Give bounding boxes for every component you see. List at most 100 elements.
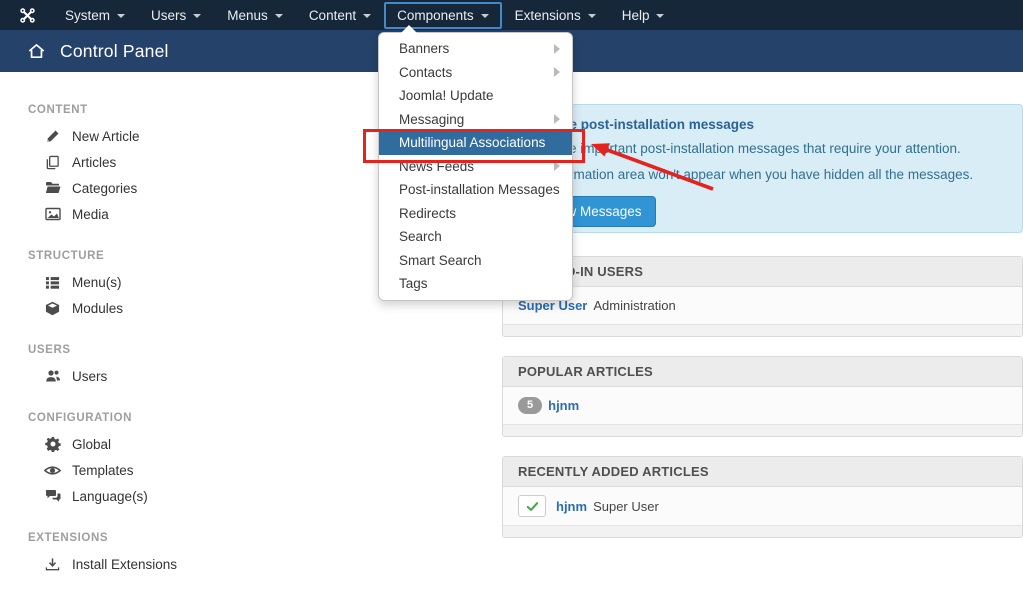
post-installation-info-box: You have post-installation messages Ther… [502,104,1023,233]
sidebar-item-menus[interactable]: Menu(s) [0,269,250,295]
popular-article-row: 5 hjnm [503,387,1022,424]
caret-down-icon [588,14,596,18]
panel-footer [503,424,1022,436]
menu-extensions[interactable]: Extensions [502,2,609,29]
sidebar-item-modules[interactable]: Modules [0,295,250,321]
menu-item-label: Multilingual Associations [399,135,562,150]
page-title: Control Panel [60,41,169,62]
sidebar-section-extensions: EXTENSIONS Install Extensions [0,532,250,577]
pencil-icon [44,129,61,144]
menu-item-banners[interactable]: Banners [379,37,572,61]
image-icon [44,206,61,222]
sidebar-item-label: Media [72,207,109,222]
article-link[interactable]: hjnm [556,499,587,514]
sidebar-item-install-extensions[interactable]: Install Extensions [0,551,250,577]
menu-users[interactable]: Users [138,2,214,29]
joomla-admin-screen: System Users Menus Content Components Ex… [0,0,1023,593]
components-dropdown-menu: Banners Contacts Joomla! Update Messagin… [378,32,573,301]
menu-item-label: Banners [399,41,554,56]
sidebar-item-label: Global [72,437,111,452]
menu-item-redirects[interactable]: Redirects [379,202,572,226]
submenu-arrow-icon [554,161,560,171]
sidebar-item-media[interactable]: Media [0,201,250,227]
panel-title: LOGGED-IN USERS [503,257,1022,287]
sidebar-item-templates[interactable]: Templates [0,457,250,483]
sidebar-item-label: Modules [72,301,123,316]
sidebar-item-global[interactable]: Global [0,431,250,457]
sidebar-heading: EXTENSIONS [0,532,250,544]
info-box-line1: There are important post-installation me… [518,141,1007,156]
sidebar-section-structure: STRUCTURE Menu(s) Modules [0,250,250,321]
caret-down-icon [481,14,489,18]
sidebar-item-label: Categories [72,181,137,196]
recent-article-row: hjnm Super User [503,487,1022,525]
menu-content-label: Content [309,8,356,23]
logged-in-users-panel: LOGGED-IN USERS Super User Administratio… [502,256,1023,337]
menu-item-multilingual-associations[interactable]: Multilingual Associations [379,131,572,155]
sidebar-item-label: New Article [72,129,140,144]
user-location-label: Administration [593,298,675,313]
sidebar-item-label: Menu(s) [72,275,122,290]
sidebar-item-label: Language(s) [72,489,148,504]
gear-icon [44,436,61,452]
menu-item-label: Redirects [399,206,562,221]
menu-system-label: System [65,8,110,23]
panel-title: POPULAR ARTICLES [503,357,1022,387]
menu-item-contacts[interactable]: Contacts [379,61,572,85]
menu-help[interactable]: Help [609,2,678,29]
sidebar-heading: CONTENT [0,104,250,116]
sidebar-heading: STRUCTURE [0,250,250,262]
recently-added-articles-panel: RECENTLY ADDED ARTICLES hjnm Super User [502,456,1023,538]
sidebar-item-languages[interactable]: Language(s) [0,483,250,509]
sidebar-heading: USERS [0,344,250,356]
folder-icon [44,180,61,196]
menu-item-tags[interactable]: Tags [379,272,572,296]
info-box-line2: This information area won't appear when … [518,167,1007,182]
sidebar-item-label: Users [72,369,107,384]
menu-item-search[interactable]: Search [379,225,572,249]
menu-item-news-feeds[interactable]: News Feeds [379,155,572,179]
menu-item-messaging[interactable]: Messaging [379,108,572,132]
sidebar-item-label: Templates [72,463,134,478]
sidebar-item-label: Articles [72,155,116,170]
caret-down-icon [656,14,664,18]
menu-item-smart-search[interactable]: Smart Search [379,249,572,273]
menu-system[interactable]: System [52,2,138,29]
menu-users-label: Users [151,8,186,23]
copy-icon [44,155,61,170]
menu-content[interactable]: Content [296,2,384,29]
published-toggle-button[interactable] [518,495,546,517]
admin-menubar: System Users Menus Content Components Ex… [0,0,1023,30]
joomla-logo-icon [19,7,36,24]
menu-item-label: Messaging [399,112,554,127]
caret-down-icon [363,14,371,18]
menu-item-post-installation-messages[interactable]: Post-installation Messages [379,178,572,202]
menu-item-label: News Feeds [399,159,554,174]
menu-menus[interactable]: Menus [214,2,296,29]
eye-icon [44,462,61,479]
menu-extensions-label: Extensions [515,8,581,23]
submenu-arrow-icon [554,67,560,77]
download-icon [44,557,61,572]
menu-item-joomla-update[interactable]: Joomla! Update [379,84,572,108]
panel-footer [503,324,1022,336]
sidebar-section-content: CONTENT New Article Articles Categories [0,104,250,227]
panel-title: RECENTLY ADDED ARTICLES [503,457,1022,487]
sidebar-heading: CONFIGURATION [0,412,250,424]
menu-item-label: Smart Search [399,253,562,268]
article-link[interactable]: hjnm [548,398,579,413]
logged-in-user-row: Super User Administration [503,287,1022,324]
list-icon [44,275,61,290]
sidebar-item-label: Install Extensions [72,557,177,572]
sidebar: CONTENT New Article Articles Categories [0,72,250,593]
caret-down-icon [275,14,283,18]
submenu-arrow-icon [554,44,560,54]
caret-down-icon [193,14,201,18]
comments-icon [44,488,61,504]
sidebar-item-new-article[interactable]: New Article [0,123,250,149]
sidebar-item-articles[interactable]: Articles [0,149,250,175]
sidebar-item-categories[interactable]: Categories [0,175,250,201]
menu-item-label: Search [399,229,562,244]
sidebar-item-users[interactable]: Users [0,363,250,389]
menu-help-label: Help [622,8,650,23]
